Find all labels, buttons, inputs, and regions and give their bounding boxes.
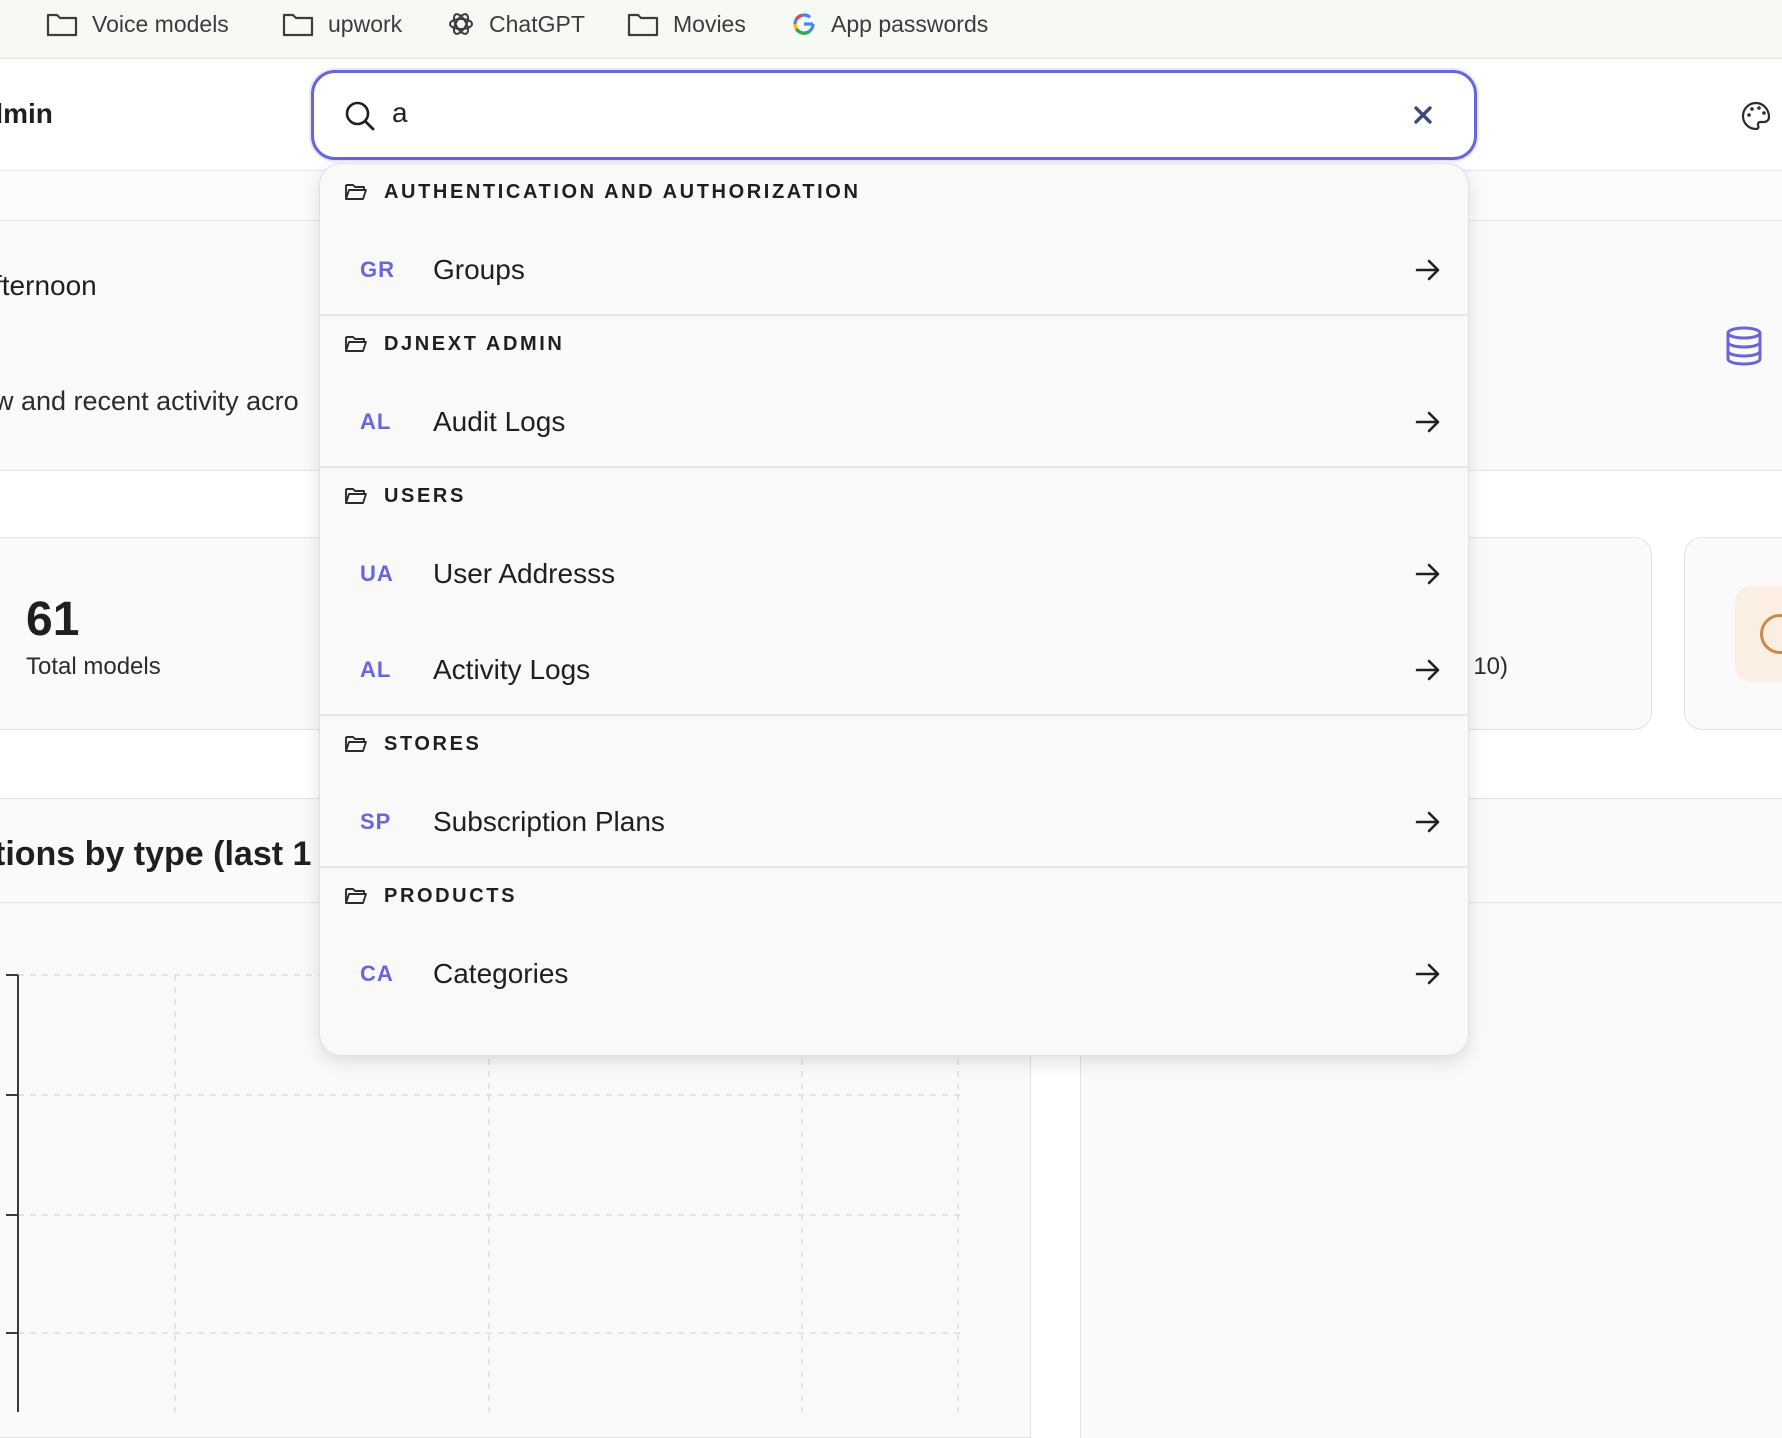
result-item-label: Groups: [433, 254, 525, 285]
result-item-label: Categories: [433, 958, 569, 989]
result-group-title: PRODUCTS: [384, 884, 518, 907]
result-group-header: DJNEXT ADMIN: [320, 322, 1468, 366]
search-icon: [345, 101, 375, 131]
result-item-activity-logs[interactable]: AL Activity Logs: [320, 622, 1468, 718]
chart-title: tions by type (last 1: [0, 835, 312, 873]
result-item-abbr: SP: [360, 809, 392, 834]
bookmark-label: upwork: [328, 10, 403, 37]
result-group-title: USERS: [384, 484, 466, 507]
bookmark-movies[interactable]: Movies: [627, 0, 746, 48]
result-item-groups[interactable]: GR Groups: [320, 222, 1468, 318]
arrow-right-icon: [1415, 963, 1440, 985]
bookmark-label: Voice models: [92, 10, 229, 37]
result-item-abbr: CA: [360, 961, 394, 986]
result-item-audit-logs[interactable]: AL Audit Logs: [320, 374, 1468, 470]
search-input[interactable]: a: [392, 97, 408, 129]
arrow-right-icon: [1415, 659, 1440, 681]
divider: [320, 314, 1468, 316]
search-box[interactable]: a: [311, 70, 1477, 160]
bookmarks-bar: l Voice models upwork ChatGPT Movies: [0, 0, 1782, 59]
google-icon: [793, 13, 815, 35]
chatgpt-icon: [449, 13, 473, 35]
folder-icon: [627, 13, 659, 37]
palette-icon[interactable]: [1740, 100, 1772, 132]
result-item-abbr: UA: [360, 561, 394, 586]
divider: [320, 866, 1468, 868]
result-group-header: STORES: [320, 722, 1468, 766]
folder-icon: [46, 13, 78, 37]
stat-label: Total models: [26, 653, 161, 680]
folder-open-icon: [345, 488, 367, 504]
folder-open-icon: [345, 888, 367, 904]
divider: [320, 714, 1468, 716]
folder-open-icon: [345, 336, 367, 352]
folder-icon: [282, 13, 314, 37]
arrow-right-icon: [1415, 563, 1440, 585]
folder-open-icon: [345, 736, 367, 752]
database-icon: [1726, 326, 1762, 366]
arrow-right-icon: [1415, 411, 1440, 433]
result-group-title: AUTHENTICATION AND AUTHORIZATION: [384, 180, 861, 203]
result-item-abbr: AL: [360, 657, 392, 682]
result-item-label: Audit Logs: [433, 406, 566, 437]
bookmark-app-passwords[interactable]: App passwords: [791, 0, 988, 48]
result-item-subscription-plans[interactable]: SP Subscription Plans: [320, 774, 1468, 870]
result-item-abbr: GR: [360, 257, 395, 282]
welcome-subtitle: w and recent activity acro: [0, 386, 299, 416]
result-group-header: USERS: [320, 474, 1468, 518]
bookmark-label: Movies: [673, 10, 746, 37]
stat-value: 61: [26, 593, 80, 646]
result-group-title: DJNEXT ADMIN: [384, 332, 565, 355]
greeting-text: fternoon: [0, 270, 97, 301]
search-results-dropdown: AUTHENTICATION AND AUTHORIZATION GR Grou…: [319, 163, 1469, 1056]
divider: [320, 466, 1468, 468]
clear-search-button[interactable]: [1411, 103, 1435, 127]
result-item-categories[interactable]: CA Categories: [320, 926, 1468, 1022]
bookmark-chatgpt[interactable]: ChatGPT: [447, 0, 585, 48]
bookmark-label: ChatGPT: [489, 10, 585, 37]
bookmark-voice-models[interactable]: Voice models: [46, 0, 229, 48]
folder-open-icon: [345, 184, 367, 200]
result-item-label: User Addresss: [433, 558, 616, 589]
result-group-header: AUTHENTICATION AND AUTHORIZATION: [320, 170, 1468, 214]
result-item-user-addresss[interactable]: UA User Addresss: [320, 526, 1468, 622]
result-item-label: Activity Logs: [433, 654, 591, 685]
arrow-right-icon: [1415, 811, 1440, 833]
result-item-abbr: AL: [360, 409, 392, 434]
bookmark-upwork[interactable]: upwork: [282, 0, 402, 48]
bookmark-label: App passwords: [831, 10, 989, 37]
result-item-label: Subscription Plans: [433, 806, 665, 837]
result-group-title: STORES: [384, 732, 482, 755]
arrow-right-icon: [1415, 259, 1440, 281]
result-group-header: PRODUCTS: [320, 874, 1468, 918]
brand-title: dmin: [0, 98, 53, 129]
